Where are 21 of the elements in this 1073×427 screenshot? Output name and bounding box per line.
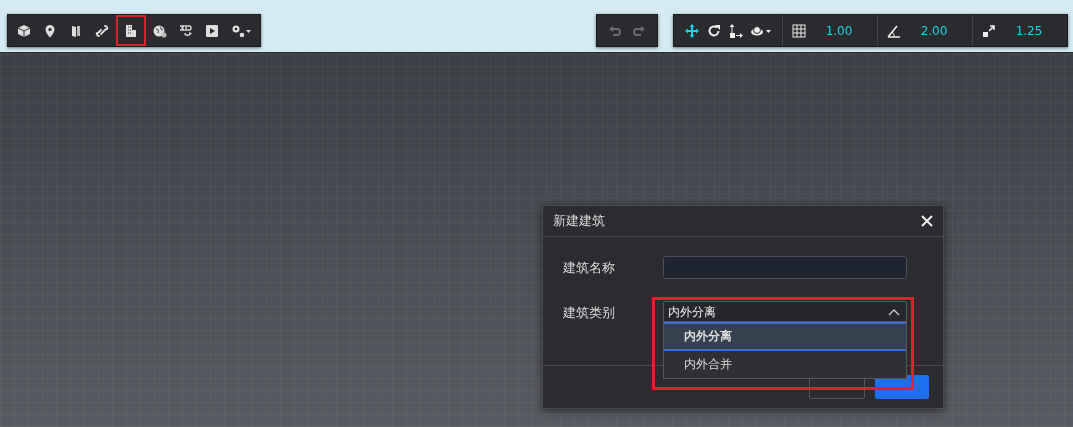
field-label: 建筑名称 [563,258,616,277]
axis-scale-icon [728,22,744,39]
cube-icon [16,22,32,39]
dialog-title: 新建建筑 [553,212,605,230]
rotate-icon [706,22,722,39]
grid-step-value[interactable]: 1.00 [809,23,869,38]
grid-icon [791,22,807,39]
scale-icon [981,22,997,39]
building-icon [123,22,139,39]
field-label: 建筑类别 [563,303,616,322]
close-icon [919,213,935,229]
close-button[interactable] [919,213,935,229]
link-icon [94,22,110,39]
toolbar-button[interactable] [116,15,146,46]
move-icon [684,22,700,39]
dropdown-option[interactable]: 内外合并 [664,351,906,378]
play-icon [204,22,220,39]
angle-step-value[interactable]: 2.00 [904,23,964,38]
scale-step-value[interactable]: 1.25 [999,23,1059,38]
dropdown-option[interactable]: 内外分离 [664,322,906,351]
input-field[interactable] [663,256,907,279]
